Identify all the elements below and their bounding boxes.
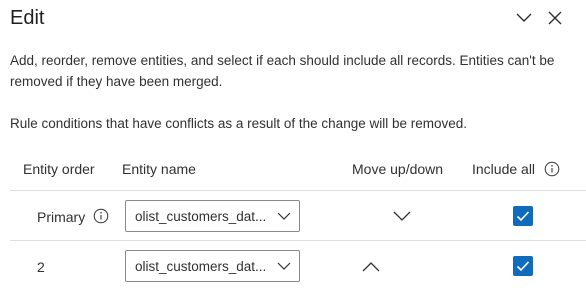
move-up-button[interactable] bbox=[359, 256, 383, 276]
panel-title: Edit bbox=[10, 7, 45, 29]
chevron-down-icon bbox=[277, 212, 291, 220]
chevron-down-icon bbox=[277, 262, 291, 270]
entity-name-dropdown[interactable]: olist_customers_dat... bbox=[125, 200, 300, 232]
header-move-up-down: Move up/down bbox=[352, 161, 444, 177]
table-divider bbox=[10, 190, 586, 191]
include-all-checkbox[interactable] bbox=[513, 256, 533, 276]
checkmark-icon bbox=[516, 261, 530, 272]
conflict-warning: Rule conditions that have conflicts as a… bbox=[10, 116, 468, 131]
info-icon bbox=[93, 208, 109, 224]
table-divider bbox=[10, 240, 586, 241]
close-button[interactable] bbox=[543, 8, 567, 28]
primary-info-button[interactable] bbox=[93, 208, 109, 224]
checkmark-icon bbox=[516, 211, 530, 222]
collapse-button[interactable] bbox=[512, 8, 536, 28]
chevron-down-icon bbox=[393, 211, 411, 221]
close-icon bbox=[548, 11, 562, 25]
include-all-checkbox[interactable] bbox=[513, 206, 533, 226]
entity-name-dropdown[interactable]: olist_customers_dat... bbox=[125, 250, 300, 282]
entity-name-value: olist_customers_dat... bbox=[135, 209, 267, 224]
include-all-info-button[interactable] bbox=[544, 161, 560, 177]
row-entity-order: Primary bbox=[37, 209, 86, 225]
row-entity-order: 2 bbox=[37, 259, 45, 275]
header-entity-order: Entity order bbox=[23, 161, 95, 177]
move-down-button[interactable] bbox=[390, 206, 414, 226]
entity-name-value: olist_customers_dat... bbox=[135, 259, 267, 274]
header-include-all: Include all bbox=[472, 161, 536, 177]
info-icon bbox=[544, 161, 560, 177]
chevron-up-icon bbox=[362, 261, 380, 271]
chevron-down-icon bbox=[516, 13, 532, 22]
header-entity-name: Entity name bbox=[122, 161, 196, 177]
panel-description: Add, reorder, remove entities, and selec… bbox=[10, 53, 555, 89]
